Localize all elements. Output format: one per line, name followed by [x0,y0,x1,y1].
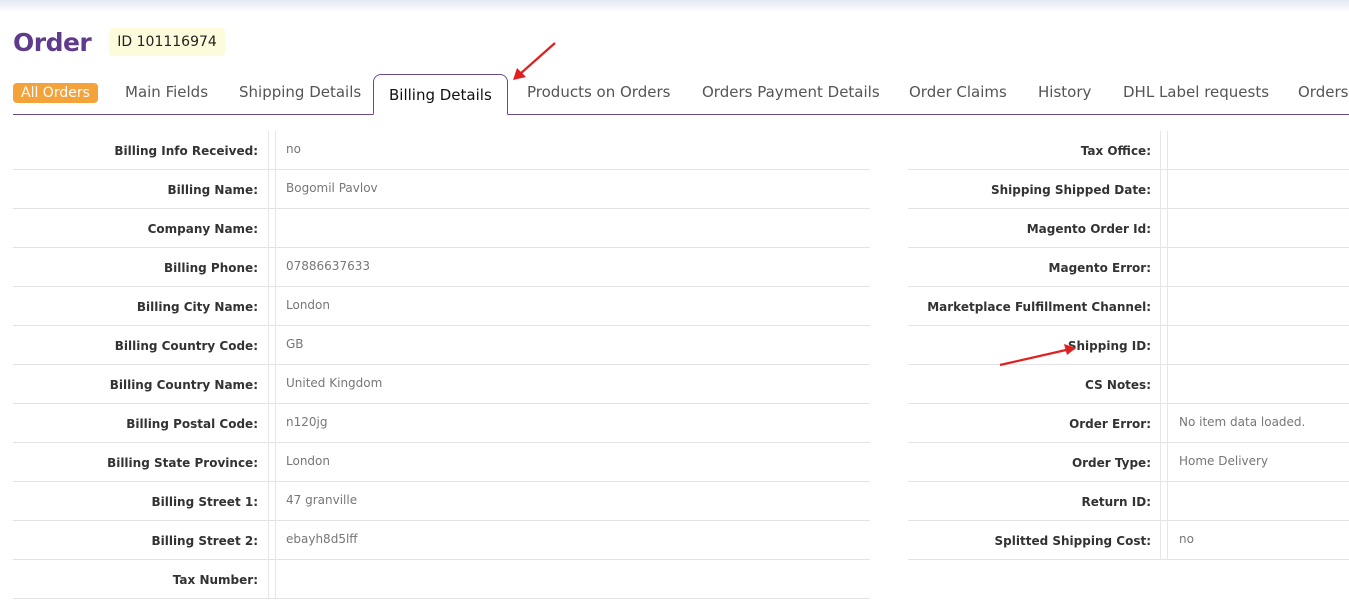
tab-order-claims[interactable]: Order Claims [909,83,1007,101]
field-label: Splitted Shipping Cost: [994,533,1151,548]
field-row: Return ID: [908,482,1349,521]
field-row: Shipping ID: [908,326,1349,365]
field-label: Billing City Name: [136,299,258,314]
column-separator [268,365,276,404]
column-separator [268,287,276,326]
field-value[interactable]: No item data loaded. [1179,404,1305,443]
field-value[interactable]: London [286,443,330,482]
field-row: Billing Name: Bogomil Pavlov [13,170,870,209]
top-shade [0,0,1349,12]
tab-products-on-orders[interactable]: Products on Orders [527,83,670,101]
column-separator [1160,170,1168,209]
field-row: Billing Postal Code: n120jg [13,404,870,443]
page-title: Order [13,27,92,57]
field-value[interactable]: no [286,131,301,170]
tab-main-fields[interactable]: Main Fields [125,83,208,101]
page-header: Order ID 101116974 [13,22,225,62]
field-label: Billing Postal Code: [126,416,258,431]
tab-shipping-details[interactable]: Shipping Details [239,83,361,101]
field-row: Billing Country Code: GB [13,326,870,365]
field-label: Billing Info Received: [114,143,258,158]
field-label: Magento Error: [1048,260,1151,275]
field-value[interactable]: ebayh8d5lff [286,521,358,560]
field-value[interactable]: GB [286,326,304,365]
column-separator [1160,521,1168,560]
field-value[interactable]: Home Delivery [1179,443,1268,482]
column-separator [1160,248,1168,287]
tab-history[interactable]: History [1038,83,1091,101]
field-row: Billing Info Received: no [13,131,870,170]
field-row: CS Notes: [908,365,1349,404]
billing-fields-left: Billing Info Received: no Billing Name: Bo… [13,131,870,599]
billing-fields-right: Tax Office: Shipping Shipped Date: Magen… [908,131,1349,560]
field-row: Billing Country Name: United Kingdom [13,365,870,404]
field-label: Shipping ID: [1067,338,1151,353]
field-row: Billing City Name: London [13,287,870,326]
field-value[interactable]: United Kingdom [286,365,382,404]
field-row: Billing State Province: London [13,443,870,482]
field-value[interactable]: 47 granville [286,482,357,521]
tab-dhl-label-requests[interactable]: DHL Label requests [1123,83,1269,101]
tab-orders-payment-details[interactable]: Orders Payment Details [702,83,880,101]
field-label: Tax Office: [1080,143,1151,158]
column-separator [268,521,276,560]
field-row: Billing Street 2: ebayh8d5lff [13,521,870,560]
column-separator [1160,326,1168,365]
field-row: Order Type: Home Delivery [908,443,1349,482]
field-label: Company Name: [147,221,258,236]
field-row: Billing Street 1: 47 granville [13,482,870,521]
tab-billing-details[interactable]: Billing Details [373,74,508,115]
column-separator [1160,287,1168,326]
field-row: Splitted Shipping Cost: no [908,521,1349,560]
order-id-badge: ID 101116974 [109,28,225,56]
field-label: Billing Phone: [164,260,258,275]
field-row: Billing Phone: 07886637633 [13,248,870,287]
column-separator [268,482,276,521]
column-separator [1160,404,1168,443]
field-row: Shipping Shipped Date: [908,170,1349,209]
column-separator [1160,482,1168,521]
field-label: Tax Number: [172,572,258,587]
field-label: Order Type: [1071,455,1151,470]
field-label: Billing Street 1: [151,494,258,509]
field-label: Billing Country Code: [114,338,258,353]
field-label: Shipping Shipped Date: [990,182,1151,197]
column-separator [1160,209,1168,248]
field-row: Order Error: No item data loaded. [908,404,1349,443]
field-label: Magento Order Id: [1026,221,1151,236]
field-label: Billing Country Name: [109,377,258,392]
field-row: Magento Order Id: [908,209,1349,248]
field-row: Company Name: [13,209,870,248]
column-separator [268,248,276,287]
tab-orders[interactable]: Orders [1298,83,1348,101]
column-separator [268,443,276,482]
column-separator [1160,131,1168,170]
field-label: Billing State Province: [107,455,258,470]
column-separator [268,326,276,365]
field-row: Tax Number: [13,560,870,599]
field-row: Marketplace Fulfillment Channel: [908,287,1349,326]
field-value[interactable]: Bogomil Pavlov [286,170,378,209]
tab-bar: All Orders Main Fields Shipping Details … [13,74,1349,115]
field-label: Order Error: [1069,416,1151,431]
column-separator [1160,443,1168,482]
field-label: CS Notes: [1085,377,1151,392]
column-separator [268,209,276,248]
field-value[interactable]: London [286,287,330,326]
field-value[interactable]: 07886637633 [286,248,370,287]
field-row: Magento Error: [908,248,1349,287]
tab-all-orders[interactable]: All Orders [13,83,98,103]
field-label: Marketplace Fulfillment Channel: [927,299,1151,314]
field-value[interactable]: no [1179,521,1194,560]
field-label: Return ID: [1081,494,1151,509]
field-value[interactable]: n120jg [286,404,327,443]
field-label: Billing Name: [167,182,259,197]
column-separator [268,560,276,599]
column-separator [268,404,276,443]
column-separator [268,170,276,209]
field-row: Tax Office: [908,131,1349,170]
field-label: Billing Street 2: [151,533,258,548]
column-separator [268,131,276,170]
column-separator [1160,365,1168,404]
